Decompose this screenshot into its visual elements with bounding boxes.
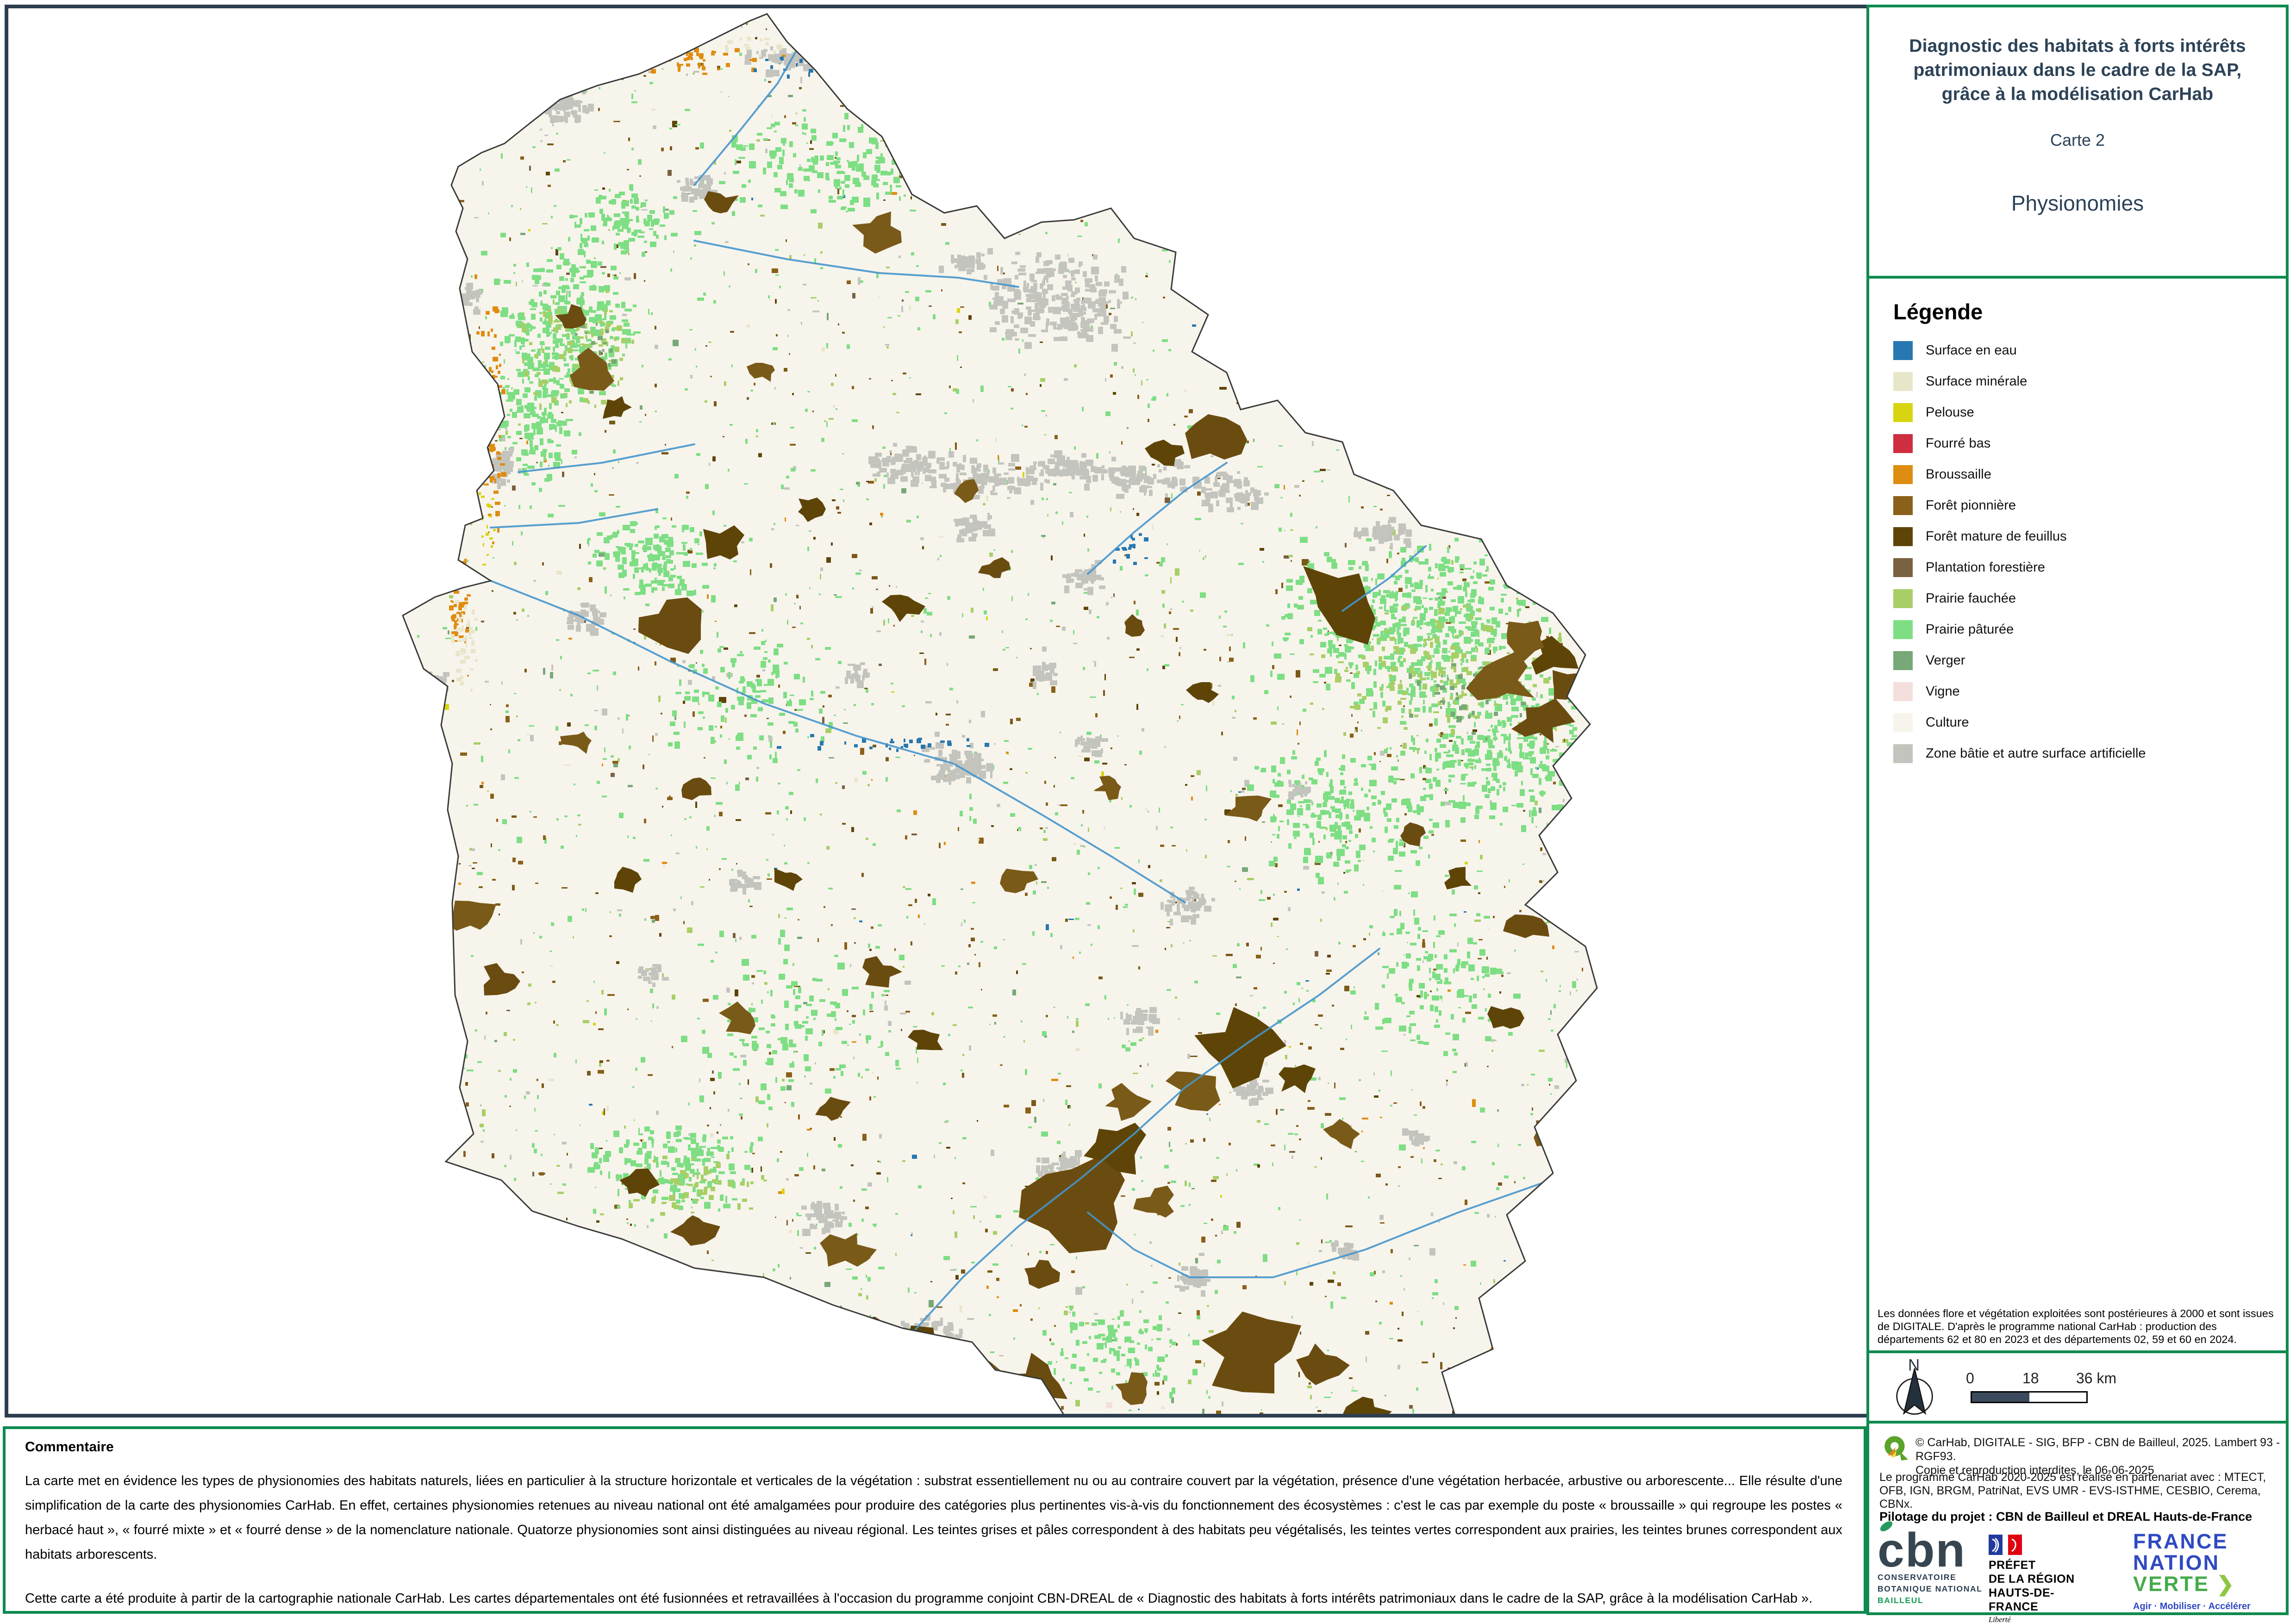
legend-swatch: [1893, 465, 1913, 484]
cbn-line3: BAILLEUL: [1878, 1595, 1984, 1606]
legend-label: Forêt pionnière: [1926, 498, 2016, 513]
legend-swatch: [1893, 403, 1913, 422]
legend-label: Surface minérale: [1926, 374, 2027, 389]
scalebar-tick-0: 0: [1966, 1370, 1974, 1387]
legend-swatch: [1893, 372, 1913, 391]
legend-swatch: [1893, 558, 1913, 577]
legend-item: Forêt mature de feuillus: [1893, 527, 2272, 546]
legend-item: Fourré bas: [1893, 434, 2272, 453]
legend-item: Verger: [1893, 651, 2272, 670]
legend-item: Culture: [1893, 713, 2272, 732]
legend-swatch: [1893, 744, 1913, 763]
partner-logos: cbn CONSERVATOIRE BOTANIQUE NATIONAL BAI…: [1869, 1529, 2286, 1615]
legend-swatch: [1893, 434, 1913, 453]
map-canvas: [8, 8, 1867, 1414]
legend-label: Prairie fauchée: [1926, 591, 2016, 606]
legend-swatch: [1893, 341, 1913, 360]
cbn-logo: cbn CONSERVATOIRE BOTANIQUE NATIONAL BAI…: [1878, 1529, 1984, 1606]
legend-item: Surface en eau: [1893, 341, 2272, 360]
copyright-line1: © CarHab, DIGITALE - SIG, BFP - CBN de B…: [1915, 1436, 2280, 1463]
prefet-logo: PRÉFET DE LA RÉGION HAUTS-DE-FRANCE Libe…: [1989, 1535, 2095, 1623]
legend-label: Plantation forestière: [1926, 560, 2045, 575]
legend-title: Légende: [1893, 299, 2272, 324]
legend-label: Zone bâtie et autre surface artificielle: [1926, 746, 2146, 761]
scalebar: 0 18 36 km: [1971, 1370, 2165, 1403]
legend-swatch: [1893, 589, 1913, 608]
scalebar-tick-18: 18: [2022, 1370, 2039, 1387]
legend-notes: Les données flore et végétation exploité…: [1878, 1307, 2279, 1346]
map-number: Carte 2: [1892, 131, 2263, 150]
map-subtitle: Physionomies: [1892, 191, 2263, 216]
cbn-line2: BOTANIQUE NATIONAL: [1878, 1583, 1984, 1595]
legend-label: Vigne: [1926, 684, 1960, 699]
legend-item: Pelouse: [1893, 403, 2272, 422]
legend-label: Fourré bas: [1926, 436, 1990, 451]
legend-item: Broussaille: [1893, 465, 2272, 484]
legend-item: Zone bâtie et autre surface artificielle: [1893, 744, 2272, 763]
partnership-text: Le programme CarHab 2020-2025 est réalis…: [1879, 1471, 2283, 1511]
comment-box: Commentaire La carte met en évidence les…: [3, 1426, 1866, 1614]
prefet-line1: PRÉFET: [1989, 1558, 2095, 1572]
credits-box: © CarHab, DIGITALE - SIG, BFP - CBN de B…: [1866, 1421, 2289, 1615]
legend-label: Broussaille: [1926, 467, 1991, 482]
legend-swatch: [1893, 496, 1913, 515]
comment-title: Commentaire: [25, 1439, 1842, 1455]
fnv-line3: VERTE ❯: [2133, 1573, 2281, 1595]
scalebar-labels: 0 18 36 km: [1971, 1370, 2165, 1388]
comment-paragraph-2: Cette carte a été produite à partir de l…: [25, 1586, 1842, 1611]
fnv-tagline: Agir · Mobiliser · Accélérer: [2133, 1601, 2281, 1612]
legend-item: Prairie pâturée: [1893, 620, 2272, 639]
fnv-line1: FRANCE: [2133, 1531, 2281, 1552]
fnv-line2: NATION: [2133, 1552, 2281, 1573]
legend-swatch: [1893, 527, 1913, 546]
map-panel: [5, 5, 1874, 1418]
scalebar-bar: [1971, 1391, 2088, 1403]
north-arrow-icon: N: [1887, 1359, 1942, 1419]
qgis-logo-icon: [1882, 1434, 1911, 1462]
pilotage-text: Pilotage du projet : CBN de Bailleul et …: [1879, 1510, 2287, 1524]
scale-box: N 0 18 36 km: [1866, 1350, 2289, 1424]
legend-swatch: [1893, 682, 1913, 701]
legend-item: Forêt pionnière: [1893, 496, 2272, 515]
prefet-line2: DE LA RÉGION: [1989, 1572, 2095, 1586]
map-sheet: Diagnostic des habitats à forts intérêts…: [0, 0, 2296, 1623]
cbn-letters: cbn: [1878, 1524, 1966, 1577]
legend-items: Surface en eau Surface minérale Pelouse Fou…: [1893, 341, 2272, 763]
legend-label: Prairie pâturée: [1926, 622, 2014, 637]
scalebar-tick-36: 36 km: [2076, 1370, 2116, 1387]
legend-item: Prairie fauchée: [1893, 589, 2272, 608]
prefet-motto1: Liberté: [1989, 1615, 2095, 1623]
page-title: Diagnostic des habitats à forts intérêts…: [1892, 34, 2263, 106]
legend-label: Pelouse: [1926, 405, 1974, 420]
legend-label: Culture: [1926, 715, 1969, 730]
legend-swatch: [1893, 713, 1913, 732]
france-nation-verte-logo: FRANCE NATION VERTE ❯ Agir · Mobiliser ·…: [2133, 1531, 2281, 1612]
title-box: Diagnostic des habitats à forts intérêts…: [1866, 5, 2289, 279]
legend-swatch: [1893, 620, 1913, 639]
prefet-line3: HAUTS-DE-FRANCE: [1989, 1586, 2095, 1614]
legend-item: Surface minérale: [1893, 372, 2272, 391]
legend-item: Vigne: [1893, 682, 2272, 701]
legend-label: Forêt mature de feuillus: [1926, 529, 2067, 544]
legend-label: Surface en eau: [1926, 343, 2017, 358]
legend-item: Plantation forestière: [1893, 558, 2272, 577]
cbn-acronym: cbn: [1878, 1529, 1984, 1572]
legend-box: Légende Surface en eau Surface minérale Pe…: [1866, 276, 2289, 1353]
scalebar-fill: [1972, 1393, 2029, 1402]
legend-label: Verger: [1926, 653, 1965, 668]
chevron-right-icon: ❯: [2217, 1572, 2236, 1596]
french-flag-icon: [1989, 1535, 2022, 1556]
legend-swatch: [1893, 651, 1913, 670]
comment-paragraph-1: La carte met en évidence les types de ph…: [25, 1469, 1842, 1567]
